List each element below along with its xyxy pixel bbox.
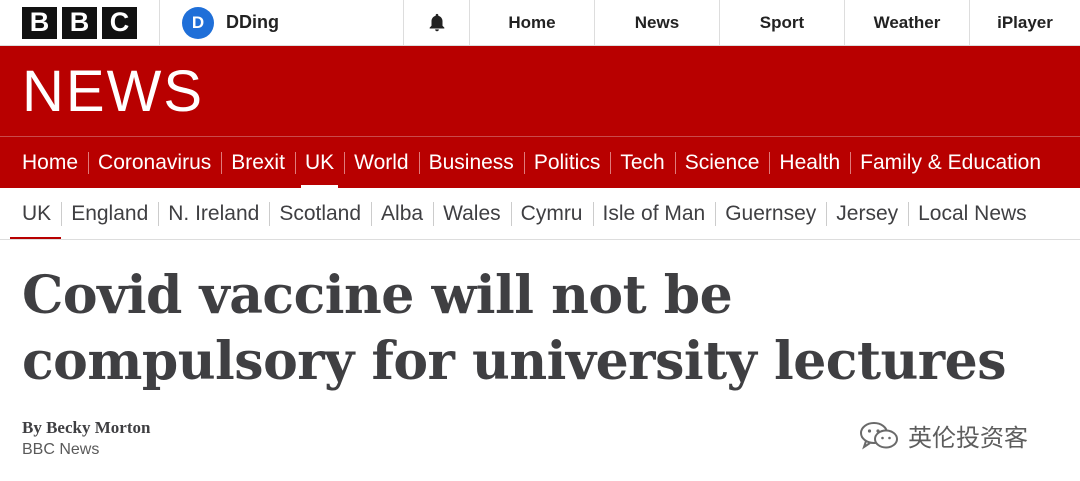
article-headline: Covid vaccine will not be compulsory for… <box>22 263 1062 395</box>
subsection-tab-alba[interactable]: Alba <box>371 188 433 239</box>
byline: By Becky Morton BBC News <box>22 417 150 461</box>
section-tab-world[interactable]: World <box>344 137 418 188</box>
subsection-tab-wales[interactable]: Wales <box>433 188 511 239</box>
account-name: DDing <box>226 12 279 32</box>
section-tab-science[interactable]: Science <box>674 137 770 188</box>
subsection-tab-isle-of-man[interactable]: Isle of Man <box>592 188 716 239</box>
bbc-logo-letter: B <box>62 6 97 39</box>
subsection-tab-n-ireland[interactable]: N. Ireland <box>158 188 269 239</box>
bell-icon <box>429 13 444 31</box>
headline-line: Covid vaccine will not be <box>22 265 733 326</box>
subsection-tab-local-news[interactable]: Local News <box>908 188 1037 239</box>
bbc-logo[interactable]: B B C <box>0 0 160 45</box>
byline-source: BBC News <box>22 441 100 458</box>
avatar: D <box>182 6 214 39</box>
bbc-logo-letter: C <box>102 6 137 39</box>
topnav-home[interactable]: Home <box>470 0 595 45</box>
bbc-logo-letter: B <box>22 6 57 39</box>
headline-line: compulsory for university lectures <box>22 331 1007 392</box>
subsection-tab-scotland[interactable]: Scotland <box>269 188 371 239</box>
notifications-button[interactable] <box>404 0 470 45</box>
watermark: 英伦投资客 <box>858 418 1028 453</box>
section-tab-home[interactable]: Home <box>0 137 88 188</box>
section-tab-tech[interactable]: Tech <box>610 137 674 188</box>
section-tab-brexit[interactable]: Brexit <box>221 137 295 188</box>
subsection-tab-cymru[interactable]: Cymru <box>510 188 593 239</box>
watermark-text: 英伦投资客 <box>908 424 1028 452</box>
primary-section-nav: Home Coronavirus Brexit UK World Busines… <box>0 136 1080 188</box>
subsection-tab-uk[interactable]: UK <box>0 188 62 239</box>
news-banner: NEWS <box>0 46 1080 136</box>
topnav-iplayer[interactable]: iPlayer <box>970 0 1080 45</box>
secondary-section-nav: UK England N. Ireland Scotland Alba Wale… <box>0 188 1080 240</box>
global-header: B B C D DDing Home News Sport Weather iP… <box>0 0 1080 46</box>
section-tab-health[interactable]: Health <box>769 137 850 188</box>
account-link[interactable]: D DDing <box>160 0 404 45</box>
author-name: By Becky Morton <box>22 418 151 437</box>
topnav-news[interactable]: News <box>595 0 720 45</box>
wechat-icon <box>860 421 898 449</box>
subsection-tab-jersey[interactable]: Jersey <box>826 188 908 239</box>
topnav-weather[interactable]: Weather <box>845 0 970 45</box>
section-tab-family-education[interactable]: Family & Education <box>850 137 1051 188</box>
section-tab-business[interactable]: Business <box>418 137 524 188</box>
section-tab-coronavirus[interactable]: Coronavirus <box>88 137 221 188</box>
subsection-tab-england[interactable]: England <box>61 188 158 239</box>
topnav-sport[interactable]: Sport <box>720 0 845 45</box>
subsection-tab-guernsey[interactable]: Guernsey <box>715 188 826 239</box>
section-tab-uk[interactable]: UK <box>294 137 344 188</box>
news-logo[interactable]: NEWS <box>22 60 204 124</box>
section-tab-politics[interactable]: Politics <box>523 137 611 188</box>
